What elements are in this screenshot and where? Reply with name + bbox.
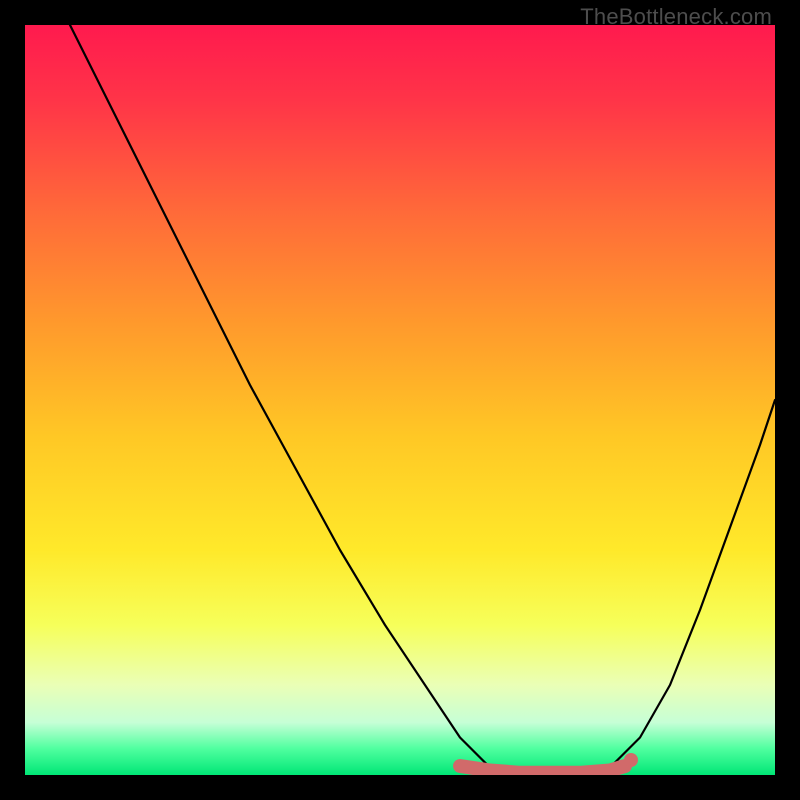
watermark-text: TheBottleneck.com [580, 4, 772, 30]
optimal-range-marker [460, 766, 625, 773]
plot-area [25, 25, 775, 775]
bottleneck-curve [25, 25, 775, 775]
chart-frame: TheBottleneck.com [0, 0, 800, 800]
chart-svg [25, 25, 775, 775]
optimal-range-end-dot [624, 753, 638, 767]
